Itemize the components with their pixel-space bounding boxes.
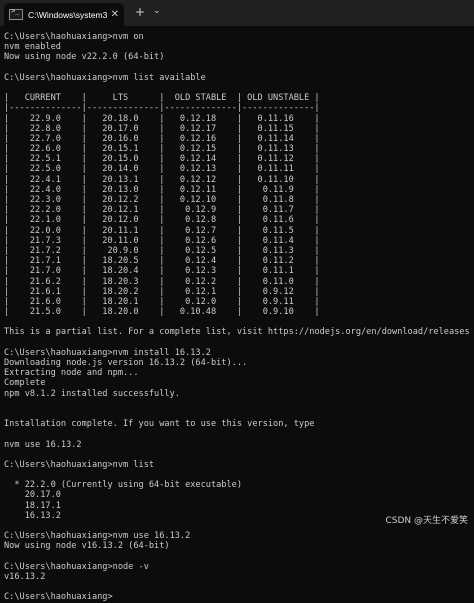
terminal-line: C:\Users\haohuaxiang>nvm list: [4, 459, 155, 470]
terminal-line: Now using node v22.2.0 (64-bit): [4, 52, 165, 63]
terminal-line: C:\Users\haohuaxiang>: [4, 592, 113, 603]
watermark: CSDN @天生不爱笑: [385, 516, 468, 526]
terminal-line: | 22.4.1 | 20.13.1 | 0.12.12 | 0.11.10 |: [4, 174, 320, 185]
terminal-line: C:\Users\haohuaxiang>nvm list available: [4, 72, 206, 83]
terminal-line: | 21.6.0 | 18.20.1 | 0.12.0 | 0.9.11 |: [4, 296, 320, 307]
terminal-icon: [9, 7, 23, 20]
terminal-line: Complete: [4, 378, 46, 389]
terminal-output[interactable]: C:\Users\haohuaxiang>nvm on nvm enabled No…: [4, 32, 470, 602]
title-bar: C:\Windows\system32\cmd.e ✕ + ⌄: [0, 0, 474, 26]
terminal-line: | 21.6.1 | 18.20.2 | 0.12.1 | 0.9.12 |: [4, 286, 320, 297]
terminal-line: | 22.6.0 | 20.15.1 | 0.12.15 | 0.11.13 |: [4, 144, 320, 155]
terminal-line: C:\Users\haohuaxiang>node -v: [4, 561, 149, 572]
terminal-line: | 22.0.0 | 20.11.1 | 0.12.7 | 0.11.5 |: [4, 225, 320, 236]
terminal-line: Downloading node.js version 16.13.2 (64-…: [4, 358, 248, 368]
terminal-line: Now using node v16.13.2 (64-bit): [4, 541, 170, 552]
terminal-line: C:\Users\haohuaxiang>nvm install 16.13.2: [4, 347, 211, 358]
terminal-line: |--------------|--------------|---------…: [4, 103, 320, 114]
terminal-line: C:\Users\haohuaxiang>nvm use 16.13.2: [4, 531, 191, 542]
terminal-line: nvm use 16.13.2: [4, 439, 82, 450]
close-icon[interactable]: ✕: [111, 9, 119, 20]
terminal-line: | 22.2.0 | 20.12.1 | 0.12.9 | 0.11.7 |: [4, 205, 320, 216]
terminal-line: 18.17.1: [4, 500, 61, 511]
terminal-line: | 22.1.0 | 20.12.0 | 0.12.8 | 0.11.6 |: [4, 215, 320, 226]
terminal-line: This is a partial list. For a complete l…: [4, 327, 470, 338]
tab-cmd[interactable]: C:\Windows\system32\cmd.e ✕: [4, 3, 124, 26]
terminal-line: Installation complete. If you want to us…: [4, 419, 315, 430]
terminal-line: npm v8.1.2 installed successfully.: [4, 388, 180, 399]
terminal-line: C:\Users\haohuaxiang>nvm on: [4, 32, 144, 42]
terminal-line: | 22.9.0 | 20.18.0 | 0.12.18 | 0.11.16 |: [4, 113, 320, 124]
new-tab-button[interactable]: +: [135, 5, 145, 19]
terminal-line: | 21.7.3 | 20.11.0 | 0.12.6 | 0.11.4 |: [4, 235, 320, 246]
terminal-line: nvm enabled: [4, 42, 61, 53]
terminal-line: 20.17.0: [4, 490, 61, 501]
tab-title: C:\Windows\system32\cmd.e: [28, 9, 107, 20]
terminal-line: | 22.8.0 | 20.17.0 | 0.12.17 | 0.11.15 |: [4, 123, 320, 134]
terminal-line: v16.13.2: [4, 571, 46, 582]
terminal-line: | 22.4.0 | 20.13.0 | 0.12.11 | 0.11.9 |: [4, 184, 320, 195]
terminal-line: * 22.2.0 (Currently using 64-bit executa…: [4, 480, 242, 491]
terminal-line: | 21.7.0 | 18.20.4 | 0.12.3 | 0.11.1 |: [4, 266, 320, 277]
chevron-down-icon[interactable]: ⌄: [153, 6, 161, 16]
terminal-line: | 21.7.1 | 18.20.5 | 0.12.4 | 0.11.2 |: [4, 256, 320, 267]
terminal-line: | 21.5.0 | 18.20.0 | 0.10.48 | 0.9.10 |: [4, 307, 320, 318]
terminal-line: | 22.7.0 | 20.16.0 | 0.12.16 | 0.11.14 |: [4, 133, 320, 144]
terminal-line: | 22.5.0 | 20.14.0 | 0.12.13 | 0.11.11 |: [4, 164, 320, 175]
terminal-line: | CURRENT | LTS | OLD STABLE | OLD UNSTA…: [4, 93, 320, 104]
terminal-line: | 22.3.0 | 20.12.2 | 0.12.10 | 0.11.8 |: [4, 195, 320, 205]
terminal-line: Extracting node and npm...: [4, 368, 139, 379]
terminal-line: | 22.5.1 | 20.15.0 | 0.12.14 | 0.11.12 |: [4, 154, 320, 165]
terminal-line: | 21.7.2 | 20.9.0 | 0.12.5 | 0.11.3 |: [4, 245, 320, 256]
terminal-line: | 21.6.2 | 18.20.3 | 0.12.2 | 0.11.0 |: [4, 276, 320, 287]
